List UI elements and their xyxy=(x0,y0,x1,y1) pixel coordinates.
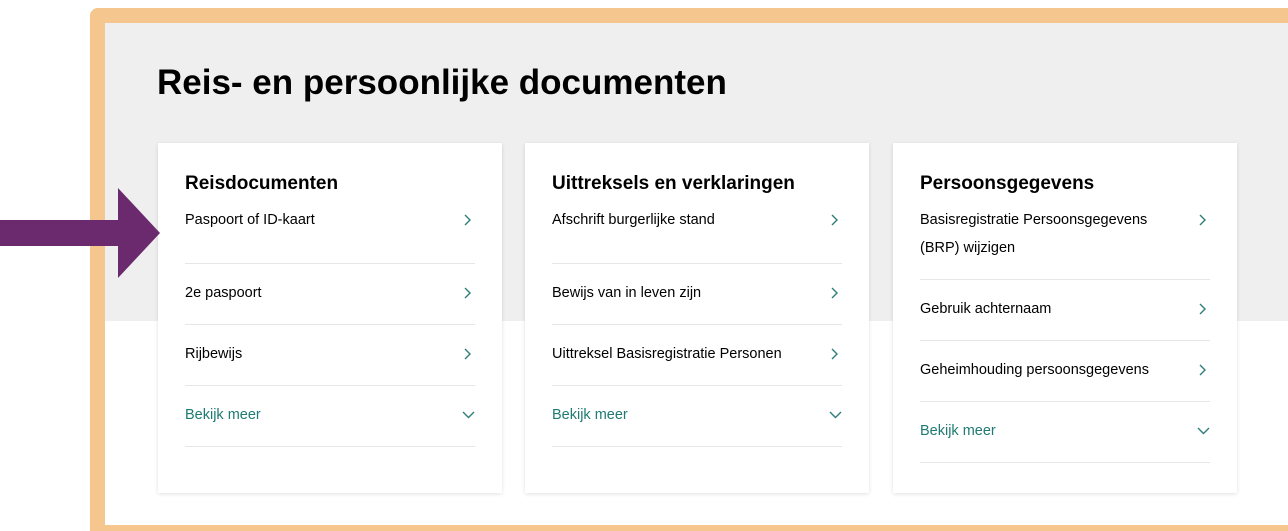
chevron-right-icon xyxy=(828,206,842,234)
chevron-down-icon xyxy=(828,401,842,429)
link-2e-paspoort[interactable]: 2e paspoort xyxy=(185,264,475,325)
chevron-right-icon xyxy=(1196,295,1210,323)
chevron-right-icon xyxy=(461,279,475,307)
link-label: Bewijs van in leven zijn xyxy=(552,285,702,301)
link-label: Afschrift burgerlijke stand xyxy=(552,212,715,228)
chevron-right-icon xyxy=(828,340,842,368)
page-title: Reis- en persoonlijke documenten xyxy=(157,63,727,102)
link-afschrift-burgerlijke-stand[interactable]: Afschrift burgerlijke stand xyxy=(552,206,842,264)
link-rijbewijs[interactable]: Rijbewijs xyxy=(185,325,475,386)
link-label: Uittreksel Basisregistratie Personen xyxy=(552,346,782,362)
bekijk-meer-label: Bekijk meer xyxy=(185,407,261,423)
link-paspoort-id-kaart[interactable]: Paspoort of ID-kaart xyxy=(185,206,475,264)
link-gebruik-achternaam[interactable]: Gebruik achternaam xyxy=(920,280,1210,341)
bekijk-meer-label: Bekijk meer xyxy=(920,423,996,439)
card-heading: Reisdocumenten xyxy=(185,173,339,194)
bekijk-meer-toggle[interactable]: Bekijk meer xyxy=(920,402,1210,463)
link-geheimhouding[interactable]: Geheimhouding persoonsgegevens xyxy=(920,341,1210,402)
card-heading: Uittreksels en verklaringen xyxy=(552,173,795,194)
chevron-right-icon xyxy=(461,340,475,368)
documents-panel: Reis- en persoonlijke documenten Reisdoc… xyxy=(90,8,1288,531)
bekijk-meer-label: Bekijk meer xyxy=(552,407,628,423)
arrow-right-icon xyxy=(0,188,160,278)
chevron-right-icon xyxy=(1196,356,1210,384)
chevron-right-icon xyxy=(1196,206,1210,234)
link-uittreksel-brp[interactable]: Uittreksel Basisregistratie Personen xyxy=(552,325,842,386)
card-reisdocumenten: Reisdocumenten Paspoort of ID-kaart 2e p… xyxy=(158,143,502,493)
link-label: 2e paspoort xyxy=(185,285,262,301)
link-label: Geheimhouding persoonsgegevens xyxy=(920,362,1149,378)
chevron-down-icon xyxy=(1196,417,1210,445)
chevron-right-icon xyxy=(828,279,842,307)
link-label: Gebruik achternaam xyxy=(920,301,1052,317)
link-label: Paspoort of ID-kaart xyxy=(185,212,315,228)
link-label: Rijbewijs xyxy=(185,346,243,362)
card-uittreksels-verklaringen: Uittreksels en verklaringen Afschrift bu… xyxy=(525,143,869,493)
chevron-right-icon xyxy=(461,206,475,234)
card-persoonsgegevens: Persoonsgegevens Basisregistratie Persoo… xyxy=(893,143,1237,493)
card-heading: Persoonsgegevens xyxy=(920,173,1095,194)
chevron-down-icon xyxy=(461,401,475,429)
bekijk-meer-toggle[interactable]: Bekijk meer xyxy=(552,386,842,447)
bekijk-meer-toggle[interactable]: Bekijk meer xyxy=(185,386,475,447)
link-brp-wijzigen[interactable]: Basisregistratie Persoonsgegevens (BRP) … xyxy=(920,206,1210,280)
link-bewijs-van-in-leven[interactable]: Bewijs van in leven zijn xyxy=(552,264,842,325)
link-label: Basisregistratie Persoonsgegevens (BRP) … xyxy=(920,212,1148,256)
